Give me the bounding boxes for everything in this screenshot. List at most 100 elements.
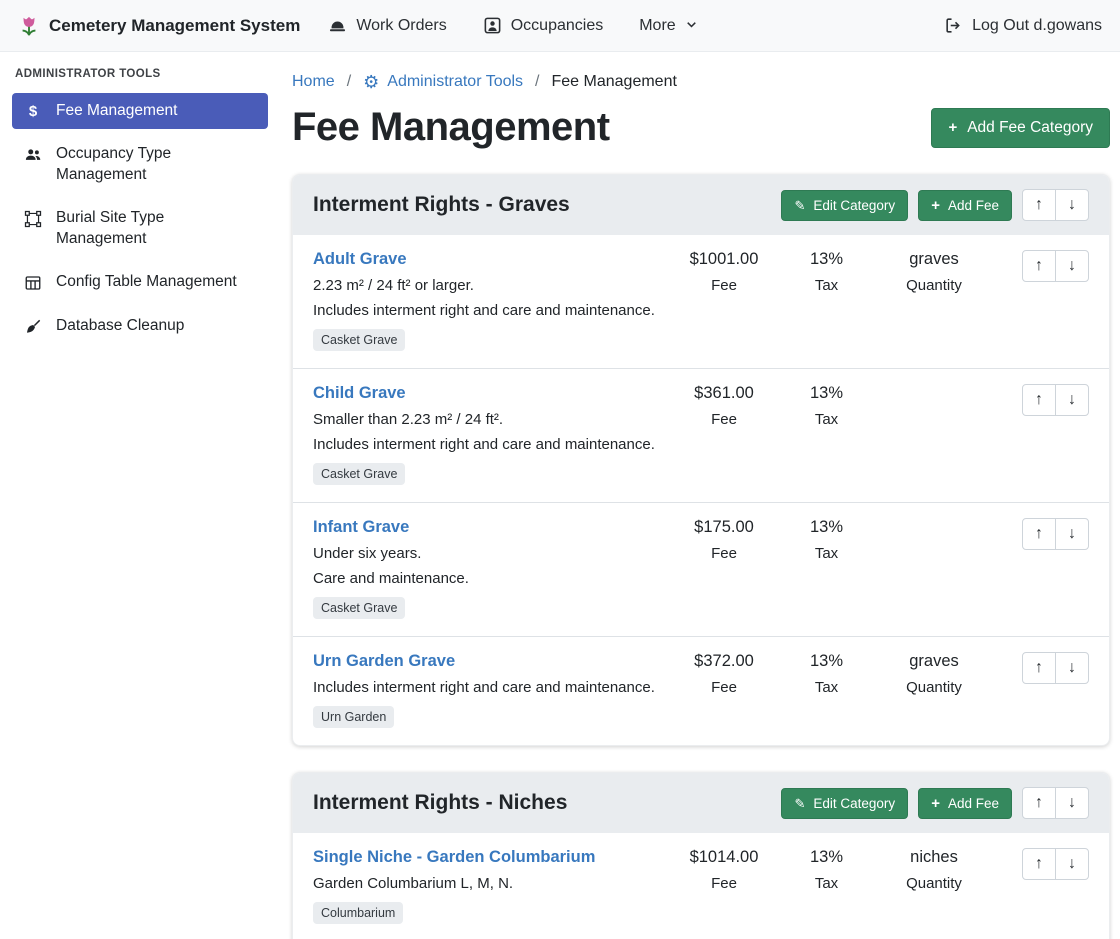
fee-move-up-button[interactable]: ↑	[1022, 250, 1056, 282]
fee-move-down-button[interactable]: ↓	[1055, 384, 1089, 416]
fee-amount: $1014.00	[669, 848, 779, 867]
fee-description: Includes interment right and care and ma…	[313, 436, 669, 453]
fee-description: Under six years.	[313, 545, 669, 562]
breadcrumb: Home / ⚙ Administrator Tools / Fee Manag…	[292, 73, 1110, 91]
fee-move-up-button[interactable]: ↑	[1022, 384, 1056, 416]
fee-row: Urn Garden Grave Includes interment righ…	[293, 636, 1109, 745]
arrow-down-icon: ↓	[1068, 660, 1076, 676]
fee-description: 2.23 m² / 24 ft² or larger.	[313, 277, 669, 294]
fee-description: Includes interment right and care and ma…	[313, 679, 669, 696]
arrow-down-icon: ↓	[1068, 795, 1076, 811]
category-title: Interment Rights - Graves	[313, 193, 570, 217]
chevron-down-icon	[685, 19, 698, 32]
arrow-down-icon: ↓	[1068, 856, 1076, 872]
sidebar: Administrator Tools $ Fee Management Occ…	[0, 52, 280, 371]
edit-category-button[interactable]: ✎ Edit Category	[781, 788, 908, 819]
category-move-down-button[interactable]: ↓	[1055, 189, 1089, 221]
arrow-down-icon: ↓	[1068, 197, 1076, 213]
fee-move-down-button[interactable]: ↓	[1055, 250, 1089, 282]
sidebar-item-database-cleanup[interactable]: Database Cleanup	[12, 308, 268, 344]
add-fee-category-button[interactable]: + Add Fee Category	[931, 108, 1110, 148]
fee-category-card: Interment Rights - Graves ✎ Edit Categor…	[292, 174, 1110, 746]
arrow-down-icon: ↓	[1068, 258, 1076, 274]
navbar-links: Work Orders Occupancies More	[328, 16, 697, 35]
fee-quantity-unit: graves	[874, 652, 994, 671]
sidebar-item-burial-site-type[interactable]: Burial Site Type Management	[12, 200, 268, 257]
fee-amount-column: $1001.00 Fee	[669, 250, 779, 294]
fee-amount-column: $1014.00 Fee	[669, 848, 779, 892]
fee-type-badge: Casket Grave	[313, 597, 405, 619]
arrow-down-icon: ↓	[1068, 392, 1076, 408]
logout-button[interactable]: Log Out d.gowans	[944, 16, 1102, 35]
sidebar-item-fee-management[interactable]: $ Fee Management	[12, 93, 268, 129]
fee-details: Child Grave Smaller than 2.23 m² / 24 ft…	[313, 384, 669, 485]
breadcrumb-admin-tools-link[interactable]: ⚙ Administrator Tools	[363, 73, 523, 91]
plus-icon: +	[931, 796, 940, 811]
tulip-logo-icon	[18, 14, 40, 38]
arrow-down-icon: ↓	[1068, 526, 1076, 542]
plus-icon: +	[948, 120, 957, 135]
fee-amount: $372.00	[669, 652, 779, 671]
fee-details: Urn Garden Grave Includes interment righ…	[313, 652, 669, 728]
breadcrumb-home-link[interactable]: Home	[292, 73, 335, 91]
fee-type-badge: Columbarium	[313, 902, 403, 924]
app-brand[interactable]: Cemetery Management System	[18, 14, 300, 38]
breadcrumb-current: Fee Management	[552, 73, 677, 91]
fee-move-up-button[interactable]: ↑	[1022, 652, 1056, 684]
fee-amount: $361.00	[669, 384, 779, 403]
add-fee-button[interactable]: + Add Fee	[918, 788, 1012, 819]
vector-square-icon	[23, 210, 43, 228]
add-fee-button[interactable]: + Add Fee	[918, 190, 1012, 221]
category-title: Interment Rights - Niches	[313, 791, 567, 815]
fee-description: Includes interment right and care and ma…	[313, 302, 669, 319]
fee-description: Smaller than 2.23 m² / 24 ft².	[313, 411, 669, 428]
fee-name-link[interactable]: Adult Grave	[313, 250, 407, 269]
nav-work-orders-label: Work Orders	[356, 17, 446, 35]
fee-move-down-button[interactable]: ↓	[1055, 848, 1089, 880]
sidebar-item-label: Fee Management	[56, 101, 178, 121]
fee-move-up-button[interactable]: ↑	[1022, 848, 1056, 880]
sidebar-heading: Administrator Tools	[15, 68, 268, 80]
arrow-up-icon: ↑	[1035, 392, 1043, 408]
people-icon	[23, 146, 43, 164]
fee-name-link[interactable]: Urn Garden Grave	[313, 652, 455, 671]
fee-name-link[interactable]: Child Grave	[313, 384, 406, 403]
fee-quantity-column: niches Quantity	[874, 848, 994, 892]
fee-tax-column: 13% Tax	[779, 384, 874, 428]
fee-quantity-column: graves Quantity	[874, 652, 994, 696]
fee-quantity-column: graves Quantity	[874, 250, 994, 294]
arrow-up-icon: ↑	[1035, 258, 1043, 274]
dollar-icon: $	[23, 103, 43, 121]
sidebar-item-label: Database Cleanup	[56, 316, 184, 336]
fee-row: Infant Grave Under six years. Care and m…	[293, 502, 1109, 636]
nav-more[interactable]: More	[639, 17, 697, 35]
breadcrumb-separator: /	[535, 73, 539, 91]
sidebar-item-occupancy-type[interactable]: Occupancy Type Management	[12, 136, 268, 193]
fee-name-link[interactable]: Single Niche - Garden Columbarium	[313, 848, 595, 867]
nav-occupancies[interactable]: Occupancies	[483, 16, 604, 35]
sidebar-item-label: Occupancy Type Management	[56, 144, 257, 185]
fee-tax-column: 13% Tax	[779, 518, 874, 562]
category-move-down-button[interactable]: ↓	[1055, 787, 1089, 819]
occupancy-icon	[483, 16, 502, 35]
fee-tax-column: 13% Tax	[779, 848, 874, 892]
logout-icon	[944, 16, 963, 35]
category-move-up-button[interactable]: ↑	[1022, 787, 1056, 819]
table-icon	[23, 274, 43, 292]
fee-tax: 13%	[779, 518, 874, 537]
fee-move-up-button[interactable]: ↑	[1022, 518, 1056, 550]
fee-move-down-button[interactable]: ↓	[1055, 518, 1089, 550]
fee-details: Adult Grave 2.23 m² / 24 ft² or larger. …	[313, 250, 669, 351]
category-move-up-button[interactable]: ↑	[1022, 189, 1056, 221]
fee-amount: $1001.00	[669, 250, 779, 269]
brand-title: Cemetery Management System	[49, 16, 300, 36]
fee-amount-column: $361.00 Fee	[669, 384, 779, 428]
edit-category-button[interactable]: ✎ Edit Category	[781, 190, 908, 221]
fee-type-badge: Casket Grave	[313, 329, 405, 351]
fee-name-link[interactable]: Infant Grave	[313, 518, 409, 537]
nav-work-orders[interactable]: Work Orders	[328, 16, 446, 35]
sidebar-item-config-table[interactable]: Config Table Management	[12, 264, 268, 300]
broom-icon	[23, 318, 43, 336]
fee-move-down-button[interactable]: ↓	[1055, 652, 1089, 684]
fee-quantity-unit: niches	[874, 848, 994, 867]
